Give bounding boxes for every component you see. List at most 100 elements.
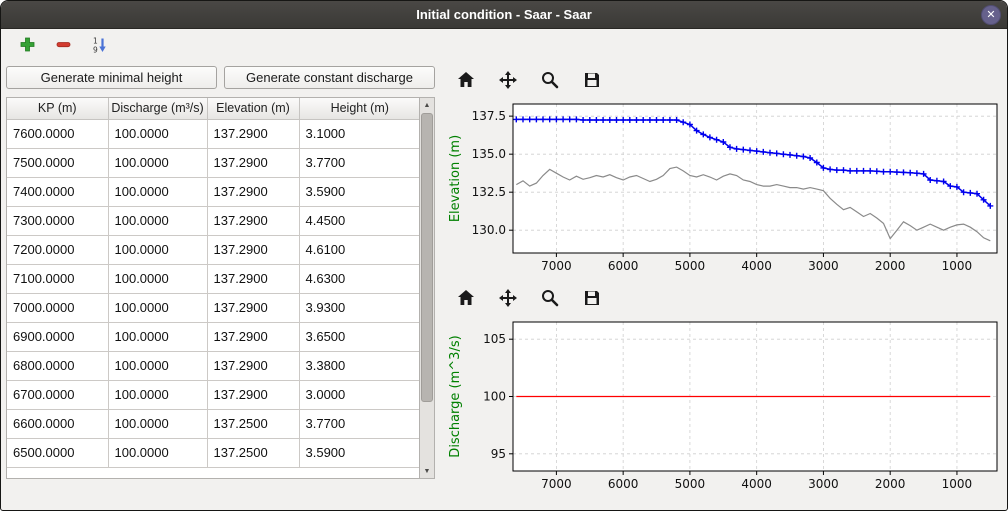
table-cell[interactable]: 100.0000 — [108, 409, 207, 438]
zoom-magnifier-icon — [540, 70, 560, 93]
col-header-elevation[interactable]: Elevation (m) — [207, 98, 299, 119]
table-cell[interactable]: 4.6100 — [299, 235, 420, 264]
table-cell[interactable]: 6900.0000 — [7, 322, 108, 351]
table-cell[interactable]: 3.0000 — [299, 380, 420, 409]
table-cell[interactable]: 137.2500 — [207, 409, 299, 438]
table-body: 7600.0000100.0000137.29003.10007500.0000… — [7, 119, 420, 467]
table-cell[interactable]: 6500.0000 — [7, 438, 108, 467]
table-row: 7100.0000100.0000137.29004.6300 — [7, 264, 420, 293]
table-cell[interactable]: 100.0000 — [108, 264, 207, 293]
table-cell[interactable]: 3.6500 — [299, 322, 420, 351]
table-cell[interactable]: 100.0000 — [108, 351, 207, 380]
table-cell[interactable]: 7000.0000 — [7, 293, 108, 322]
table-cell[interactable]: 100.0000 — [108, 206, 207, 235]
col-header-discharge[interactable]: Discharge (m³/s) — [108, 98, 207, 119]
table-cell[interactable]: 6800.0000 — [7, 351, 108, 380]
generate-constant-discharge-button[interactable]: Generate constant discharge — [224, 66, 435, 89]
table-cell[interactable]: 7300.0000 — [7, 206, 108, 235]
table-row: 6800.0000100.0000137.29003.3800 — [7, 351, 420, 380]
close-button[interactable]: ✕ — [981, 5, 1001, 25]
table-cell[interactable]: 100.0000 — [108, 148, 207, 177]
table-cell[interactable]: 100.0000 — [108, 322, 207, 351]
plot-pan-button[interactable] — [495, 68, 521, 94]
home-icon — [456, 288, 476, 311]
discharge-chart[interactable]: 700060005000400030002000100095100105Disc… — [445, 315, 1005, 499]
col-header-kp[interactable]: KP (m) — [7, 98, 108, 119]
scroll-up-button[interactable]: ▲ — [420, 98, 434, 112]
plot-home-button[interactable] — [453, 68, 479, 94]
table-cell[interactable]: 137.2900 — [207, 293, 299, 322]
titlebar[interactable]: Initial condition - Saar - Saar ✕ — [1, 1, 1007, 29]
table-cell[interactable]: 7200.0000 — [7, 235, 108, 264]
plot-zoom-button[interactable] — [537, 286, 563, 312]
pan-move-icon — [498, 70, 518, 93]
table-cell[interactable]: 6600.0000 — [7, 409, 108, 438]
svg-text:132.5: 132.5 — [472, 185, 506, 199]
plot-save-button[interactable] — [579, 68, 605, 94]
table-row: 7000.0000100.0000137.29003.9300 — [7, 293, 420, 322]
table-cell[interactable]: 7600.0000 — [7, 119, 108, 148]
table-cell[interactable]: 137.2900 — [207, 148, 299, 177]
table-cell[interactable]: 137.2900 — [207, 119, 299, 148]
table-cell[interactable]: 3.3800 — [299, 351, 420, 380]
minus-icon — [55, 36, 72, 56]
plot-save-button[interactable] — [579, 286, 605, 312]
table-cell[interactable]: 4.6300 — [299, 264, 420, 293]
table-cell[interactable]: 137.2900 — [207, 322, 299, 351]
table-scrollbar[interactable]: ▲ ▼ — [420, 97, 435, 479]
table-row: 6500.0000100.0000137.25003.5900 — [7, 438, 420, 467]
table-cell[interactable]: 6700.0000 — [7, 380, 108, 409]
left-panel: Generate minimal height Generate constan… — [1, 63, 435, 479]
table-cell[interactable]: 137.2900 — [207, 206, 299, 235]
add-row-button[interactable] — [13, 32, 41, 60]
table-row: 6600.0000100.0000137.25003.7700 — [7, 409, 420, 438]
scroll-down-button[interactable]: ▼ — [420, 464, 434, 478]
elevation-chart[interactable]: 7000600050004000300020001000130.0132.513… — [445, 97, 1005, 281]
right-panel: 7000600050004000300020001000130.0132.513… — [435, 63, 1007, 499]
table-cell[interactable]: 7400.0000 — [7, 177, 108, 206]
scrollbar-thumb[interactable] — [421, 113, 433, 402]
svg-text:Elevation (m): Elevation (m) — [448, 135, 463, 222]
main-content: Generate minimal height Generate constan… — [1, 63, 1007, 499]
table-cell[interactable]: 100.0000 — [108, 293, 207, 322]
pan-move-icon — [498, 288, 518, 311]
table-cell[interactable]: 137.2900 — [207, 264, 299, 293]
table-cell[interactable]: 3.5900 — [299, 177, 420, 206]
table-cell[interactable]: 3.9300 — [299, 293, 420, 322]
sort-button[interactable]: 1 9 — [85, 32, 113, 60]
scrollbar-track[interactable] — [420, 112, 434, 464]
table-cell[interactable]: 137.2900 — [207, 351, 299, 380]
plot-home-button[interactable] — [453, 286, 479, 312]
remove-row-button[interactable] — [49, 32, 77, 60]
table-header-row: KP (m) Discharge (m³/s) Elevation (m) He… — [7, 98, 420, 119]
generate-minimal-height-button[interactable]: Generate minimal height — [6, 66, 217, 89]
table-cell[interactable]: 3.1000 — [299, 119, 420, 148]
discharge-plot-toolbar — [445, 283, 1007, 315]
table-cell[interactable]: 7500.0000 — [7, 148, 108, 177]
table-cell[interactable]: 3.5900 — [299, 438, 420, 467]
svg-text:130.0: 130.0 — [472, 223, 506, 237]
table-cell[interactable]: 100.0000 — [108, 119, 207, 148]
plot-pan-button[interactable] — [495, 286, 521, 312]
generator-buttons: Generate minimal height Generate constan… — [6, 66, 435, 89]
svg-text:95: 95 — [491, 447, 506, 461]
col-header-height[interactable]: Height (m) — [299, 98, 420, 119]
table-row: 6900.0000100.0000137.29003.6500 — [7, 322, 420, 351]
table-cell[interactable]: 137.2500 — [207, 438, 299, 467]
table-cell[interactable]: 3.7700 — [299, 409, 420, 438]
table-cell[interactable]: 100.0000 — [108, 235, 207, 264]
table-cell[interactable]: 100.0000 — [108, 177, 207, 206]
table-cell[interactable]: 137.2900 — [207, 235, 299, 264]
save-floppy-icon — [582, 70, 602, 93]
plot-zoom-button[interactable] — [537, 68, 563, 94]
table-cell[interactable]: 100.0000 — [108, 438, 207, 467]
table-cell[interactable]: 3.7700 — [299, 148, 420, 177]
svg-text:1000: 1000 — [942, 259, 973, 273]
table-cell[interactable]: 137.2900 — [207, 177, 299, 206]
table-cell[interactable]: 4.4500 — [299, 206, 420, 235]
plus-icon — [19, 36, 36, 56]
table-cell[interactable]: 137.2900 — [207, 380, 299, 409]
svg-text:1: 1 — [93, 36, 98, 45]
table-cell[interactable]: 100.0000 — [108, 380, 207, 409]
table-cell[interactable]: 7100.0000 — [7, 264, 108, 293]
